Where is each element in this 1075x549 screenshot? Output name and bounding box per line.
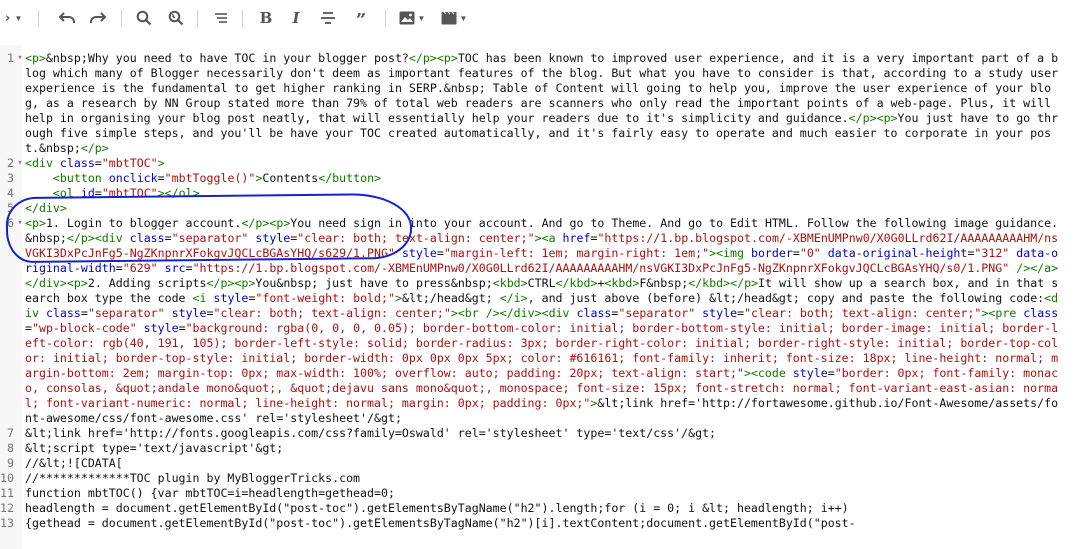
undo-icon — [58, 12, 75, 23]
line-number: 9 — [7, 456, 14, 470]
quote-button[interactable]: ” — [352, 7, 370, 31]
code-line[interactable]: 7 &lt;link href='http://fonts.googleapis.… — [0, 426, 1075, 441]
code-line-text: <p>1. Login to blogger account.</p><p>Yo… — [25, 216, 1059, 425]
image-icon — [399, 11, 415, 25]
fold-arrow-icon[interactable]: ▾ — [15, 216, 25, 231]
code-line-text: <p>&nbsp;Why you need to have TOC in you… — [25, 51, 1066, 155]
code-line[interactable]: 8 &lt;script type='text/javascript'&gt; — [0, 441, 1075, 456]
code-line[interactable]: 12 headlength = document.getElementById("… — [0, 501, 1075, 516]
line-number: 5 — [7, 201, 14, 215]
align-button[interactable] — [212, 7, 230, 29]
code-line[interactable]: 5 </div> — [0, 201, 1075, 216]
video-icon — [441, 11, 457, 25]
html-code-editor[interactable]: 1 ▾ <p>&nbsp;Why you need to have TOC in y… — [0, 45, 1075, 549]
redo-icon — [90, 12, 107, 23]
insert-video-dropdown[interactable]: ▼ — [440, 7, 468, 29]
line-number: 10 — [0, 471, 14, 485]
line-number: 8 — [7, 441, 14, 455]
line-number: 6 — [7, 216, 14, 230]
code-line-text: </div> — [25, 201, 67, 215]
code-line-text: headlength = document.getElementById("po… — [25, 501, 849, 515]
line-number: 12 — [0, 501, 14, 515]
line-number: 4 — [7, 186, 14, 200]
toolbar-divider — [121, 10, 122, 26]
code-line[interactable]: 2 ▾ <div class="mbtTOC"> — [0, 156, 1075, 171]
quote-icon: ” — [355, 10, 367, 31]
code-line[interactable]: 3 <button onclick="mbtToggle()">Contents… — [0, 171, 1075, 186]
search-icon — [136, 10, 152, 26]
code-line-text: <div class="mbtTOC"> — [25, 156, 165, 170]
code-line-text: &lt;script type='text/javascript'&gt; — [25, 441, 284, 455]
line-number: 3 — [7, 171, 14, 185]
italic-icon: I — [292, 9, 300, 27]
editor-toolbar: › ▼ B I ” ▼ ▼ — [0, 0, 1075, 36]
view-mode-dropdown[interactable]: › ▼ — [0, 7, 26, 29]
line-number: 2 — [7, 156, 14, 170]
bold-icon: B — [259, 9, 273, 27]
line-number: 7 — [7, 426, 14, 440]
strikethrough-button[interactable] — [319, 7, 337, 29]
code-line-text: <ol id="mbtTOC"></ol> — [52, 186, 200, 200]
code-line-text: //&lt;![CDATA[ — [25, 456, 123, 470]
strikethrough-icon — [321, 12, 335, 24]
code-brackets-icon: › — [3, 10, 12, 26]
code-line-text: <button onclick="mbtToggle()">Contents</… — [52, 171, 382, 185]
toolbar-divider — [242, 10, 243, 26]
code-line-text: //*************TOC plugin by MyBloggerTr… — [25, 471, 361, 485]
line-number: 13 — [0, 516, 14, 530]
fold-arrow-icon[interactable]: ▾ — [15, 51, 25, 66]
code-line[interactable]: 13 {gethead = document.getElementById("po… — [0, 516, 1075, 531]
line-number: 1 — [7, 51, 14, 65]
fold-arrow-icon[interactable]: ▾ — [15, 156, 25, 171]
insert-image-dropdown[interactable]: ▼ — [398, 7, 426, 29]
toolbar-divider — [197, 10, 198, 26]
code-line[interactable]: 10 //*************TOC plugin by MyBlogger… — [0, 471, 1075, 486]
italic-button[interactable]: I — [288, 7, 304, 29]
chevron-down-icon: ▼ — [459, 13, 468, 23]
code-content[interactable]: 1 ▾ <p>&nbsp;Why you need to have TOC in y… — [0, 51, 1075, 531]
code-line[interactable]: 4 <ol id="mbtTOC"></ol> — [0, 186, 1075, 201]
search-replace-button[interactable] — [167, 7, 185, 29]
line-number: 11 — [0, 486, 14, 500]
search-replace-icon — [168, 10, 184, 26]
code-line-text: {gethead = document.getElementById("post… — [25, 516, 856, 530]
align-icon — [215, 13, 227, 23]
redo-button[interactable] — [88, 7, 108, 29]
code-line-text: function mbtTOC() {var mbtTOC=i=headleng… — [25, 486, 395, 500]
bold-button[interactable]: B — [258, 7, 274, 29]
search-button[interactable] — [135, 7, 153, 29]
chevron-down-icon: ▼ — [14, 13, 23, 23]
toolbar-divider — [385, 10, 386, 26]
code-line[interactable]: 9 //&lt;![CDATA[ — [0, 456, 1075, 471]
undo-button[interactable] — [57, 7, 77, 29]
toolbar-divider — [38, 10, 39, 26]
code-line[interactable]: 1 ▾ <p>&nbsp;Why you need to have TOC in y… — [0, 51, 1075, 156]
code-line[interactable]: 11 function mbtTOC() {var mbtTOC=i=headle… — [0, 486, 1075, 501]
code-line[interactable]: 6 ▾ <p>1. Login to blogger account.</p><p>… — [0, 216, 1075, 426]
chevron-down-icon: ▼ — [417, 13, 426, 23]
code-line-text: &lt;link href='http://fonts.googleapis.c… — [25, 426, 717, 440]
